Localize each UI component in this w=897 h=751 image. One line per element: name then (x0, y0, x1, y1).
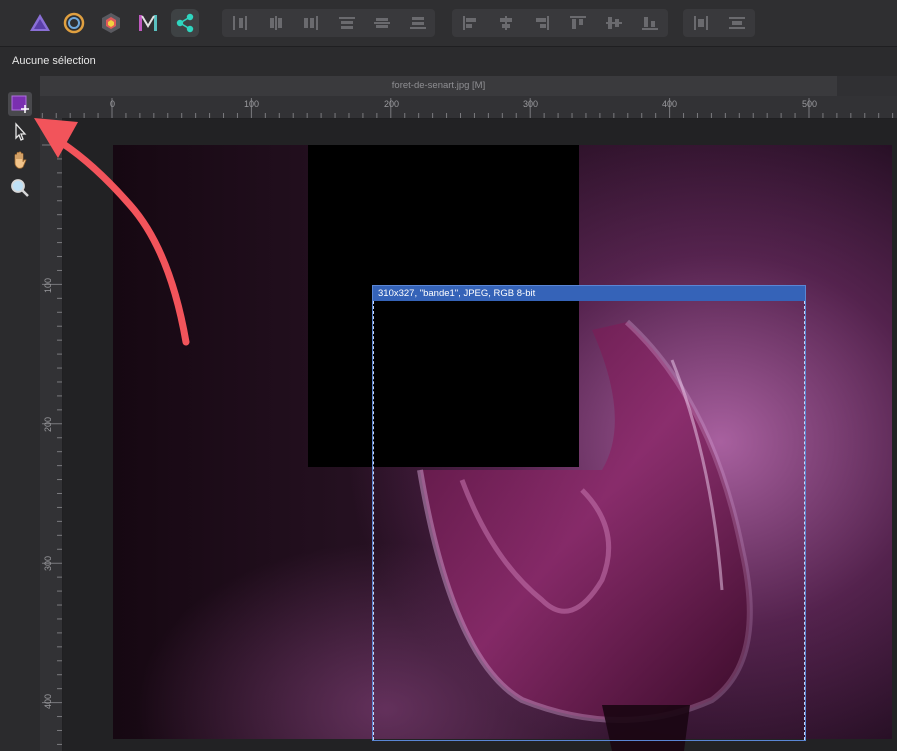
tone-mapping-persona-icon (139, 15, 157, 31)
document-tab-title: foret-de-senart.jpg [M] (391, 80, 486, 91)
vertical-ruler-ticks (42, 130, 62, 745)
context-toolbar: Aucune sélection (0, 47, 897, 75)
magnifier-icon (11, 179, 29, 197)
distribute-top-icon (338, 17, 355, 29)
export-persona-button[interactable] (171, 9, 199, 37)
develop-persona-icon (102, 13, 120, 33)
horizontal-ruler[interactable]: 0 100 200 300 400 500 (40, 96, 897, 119)
zoom-tool-button[interactable] (8, 176, 32, 200)
slice-left-guide (373, 286, 374, 740)
space-vertical-icon (729, 17, 745, 29)
align-bottom-icon (642, 17, 658, 30)
pointer-arrow-icon (15, 122, 27, 141)
slice-selection-tool-button[interactable] (8, 120, 32, 144)
horizontal-ruler-ticks (41, 98, 894, 118)
align-center-h-button[interactable] (488, 9, 524, 37)
align-right-button[interactable] (524, 9, 560, 37)
distribute-left-button[interactable] (222, 9, 258, 37)
distribute-right-icon (304, 16, 318, 30)
distribute-bottom-icon (409, 17, 426, 29)
liquify-persona-icon (63, 12, 85, 34)
photo-persona-button[interactable] (26, 9, 54, 37)
slice-selection-frame[interactable]: 310x327, "bande1", JPEG, RGB 8-bit (372, 285, 806, 741)
tone-mapping-persona-button[interactable] (134, 9, 162, 37)
h-ruler-label-300: 300 (523, 99, 539, 109)
export-persona-icon (176, 13, 194, 33)
h-ruler-label-0: 0 (110, 99, 116, 109)
align-middle-button[interactable] (596, 9, 632, 37)
tab-bar-filler (837, 76, 897, 96)
align-left-button[interactable] (452, 9, 488, 37)
space-horizontal-button[interactable] (683, 9, 719, 37)
document-tab[interactable]: foret-de-senart.jpg [M] (40, 76, 837, 96)
view-tool-button[interactable] (8, 148, 32, 172)
align-right-icon (536, 16, 549, 30)
v-ruler-label-400: 400 (43, 693, 53, 709)
space-button-group (683, 9, 755, 37)
distribute-top-button[interactable] (329, 9, 365, 37)
distribute-center-v-button[interactable] (364, 9, 400, 37)
align-button-group (452, 9, 668, 37)
align-center-h-icon (500, 16, 512, 30)
top-toolbar (0, 0, 897, 47)
h-ruler-label-400: 400 (662, 99, 678, 109)
distribute-center-h-icon (269, 16, 282, 30)
distribute-right-button[interactable] (293, 9, 329, 37)
space-horizontal-icon (694, 16, 708, 30)
selection-status-label: Aucune sélection (12, 55, 96, 67)
develop-persona-button[interactable] (97, 9, 125, 37)
v-ruler-label-100: 100 (43, 277, 53, 293)
v-ruler-label-200: 200 (43, 416, 53, 432)
slice-tool-button[interactable] (8, 92, 32, 116)
hand-icon (14, 151, 27, 169)
align-top-icon (570, 16, 586, 29)
distribute-center-h-button[interactable] (258, 9, 294, 37)
photo-persona-icon (30, 14, 50, 31)
v-ruler-label-300: 300 (43, 555, 53, 571)
align-left-icon (463, 16, 476, 30)
h-ruler-label-200: 200 (384, 99, 400, 109)
distribute-left-icon (233, 16, 247, 30)
tools-panel (0, 90, 40, 751)
distribute-bottom-button[interactable] (400, 9, 436, 37)
h-ruler-label-500: 500 (802, 99, 818, 109)
align-top-button[interactable] (560, 9, 596, 37)
vertical-ruler[interactable] (40, 118, 63, 751)
slice-tool-icon (11, 95, 29, 113)
liquify-persona-button[interactable] (60, 9, 88, 37)
align-bottom-button[interactable] (632, 9, 668, 37)
align-middle-icon (606, 17, 622, 29)
distribute-center-v-icon (374, 18, 390, 28)
slice-info-label: 310x327, "bande1", JPEG, RGB 8-bit (373, 286, 805, 301)
h-ruler-label-100: 100 (244, 99, 260, 109)
distribute-button-group (222, 9, 435, 37)
slice-right-guide (804, 286, 805, 740)
space-vertical-button[interactable] (719, 9, 755, 37)
